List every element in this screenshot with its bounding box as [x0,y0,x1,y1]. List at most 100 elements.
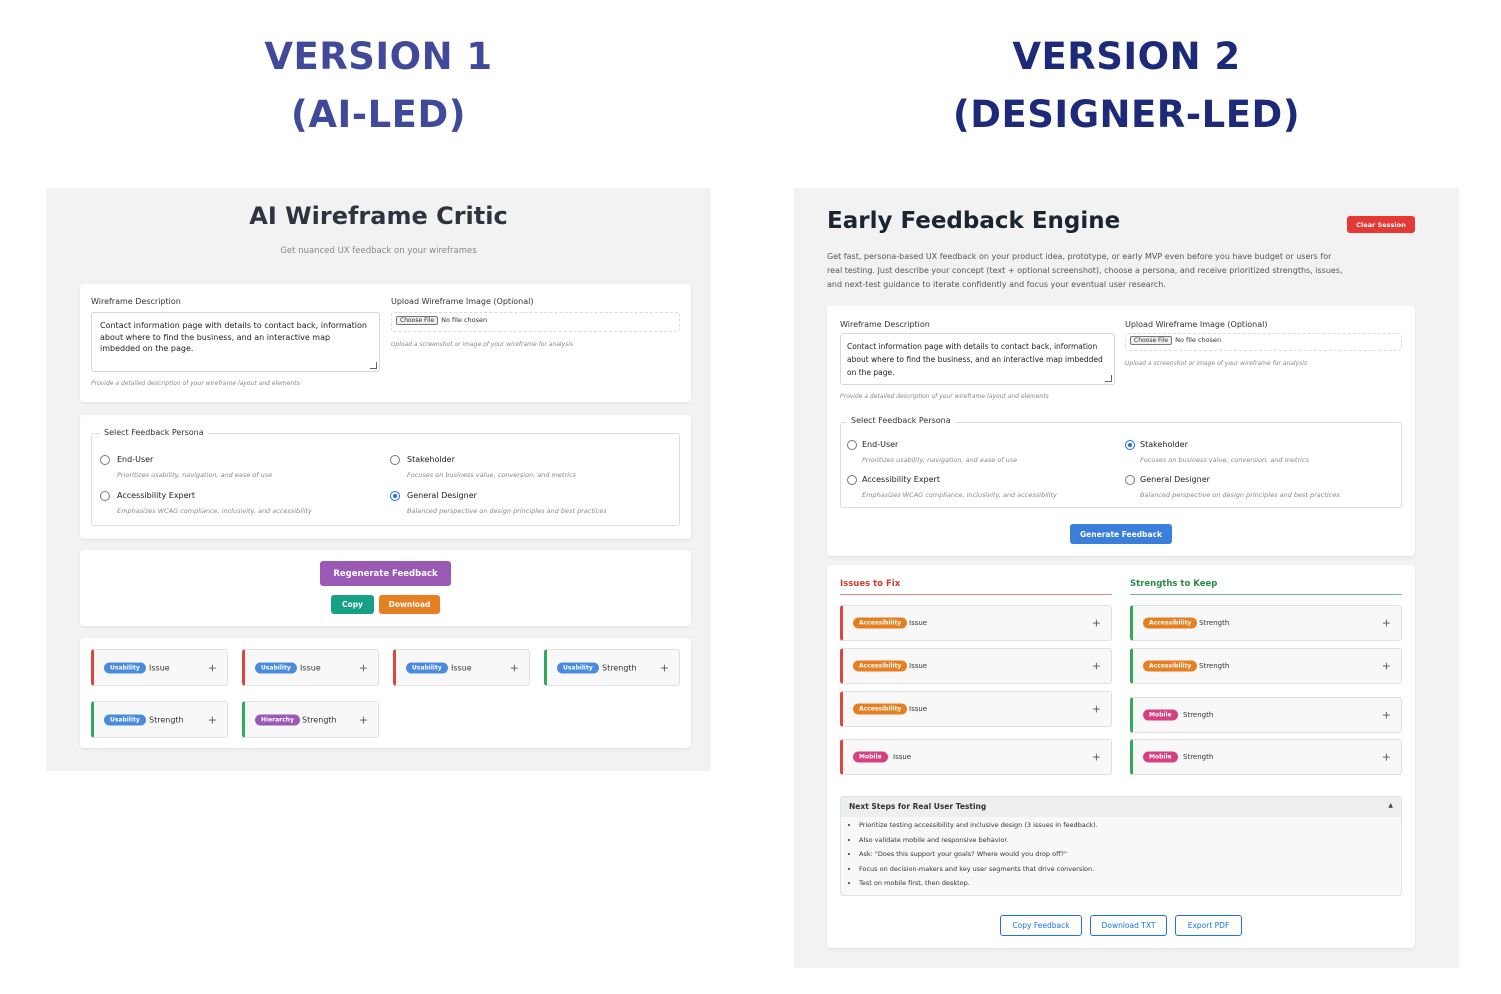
next-step-item: Also validate mobile and responsive beha… [859,836,1098,851]
feedback-item[interactable]: Hierarchy Strength + [242,701,379,738]
persona-name: Accessibility Expert [117,491,195,500]
file-input[interactable]: Choose File No file chosen [1125,333,1402,351]
issues-divider [840,594,1112,595]
radio-stakeholder[interactable] [1125,440,1135,450]
issues-heading: Issues to Fix [840,579,901,589]
strengths-divider [1130,594,1402,595]
next-steps-list: Prioritize testing accessibility and inc… [859,821,1098,894]
feedback-item[interactable]: Usability Issue + [393,649,530,686]
expand-plus-icon[interactable]: + [1092,617,1101,630]
copy-feedback-button[interactable]: Copy Feedback [1000,915,1082,936]
clear-session-button[interactable]: Clear Session [1347,216,1415,233]
next-steps-header[interactable]: Next Steps for Real User Testing ▲ [841,797,1401,817]
radio-stakeholder[interactable] [390,455,400,465]
wireframe-description-textarea[interactable]: Contact information page with details to… [840,333,1115,385]
file-input[interactable]: Choose File No file chosen [391,312,680,332]
upload-image-help: Upload a screenshot or image of your wir… [1125,360,1308,367]
results-card: Issues to Fix Strengths to Keep Accessib… [827,565,1415,948]
resize-grip-icon[interactable] [1105,375,1112,382]
feedback-item[interactable]: Usability Strength + [91,701,228,738]
radio-accessibility-expert[interactable] [100,491,110,501]
strength-item[interactable]: Accessibility Strength + [1130,605,1402,641]
app-title: Early Feedback Engine [827,208,1121,234]
persona-name: General Designer [407,491,477,500]
issue-item[interactable]: Accessibility Issue + [840,605,1112,641]
expand-plus-icon[interactable]: + [1382,660,1391,673]
choose-file-button[interactable]: Choose File [1130,336,1173,345]
radio-general-designer[interactable] [390,491,400,501]
feedback-label: Strength [1199,662,1230,670]
app-title: AI Wireframe Critic [249,202,508,230]
wireframe-description-label: Wireframe Description [840,320,930,329]
upload-image-help: Upload a screenshot or image of your wir… [391,341,574,348]
feedback-label: Issue [909,619,928,627]
expand-plus-icon[interactable]: + [1092,703,1101,716]
category-badge: Usability [104,714,146,725]
next-step-item: Test on mobile first, then desktop. [859,879,1098,894]
intro-text: Get fast, persona-based UX feedback on y… [827,252,1343,289]
upload-image-label: Upload Wireframe Image (Optional) [1125,320,1268,329]
persona-name: End-User [862,440,899,449]
next-step-item: Focus on decision-makers and key user se… [859,865,1098,880]
issue-item[interactable]: Mobile Issue + [840,739,1112,775]
category-badge: Usability [557,662,599,673]
wireframe-description-help: Provide a detailed description of your w… [840,393,1049,400]
category-badge: Mobile [1143,709,1178,721]
wireframe-description-help: Provide a detailed description of your w… [91,380,300,387]
expand-plus-icon[interactable]: + [208,713,217,726]
radio-end-user[interactable] [847,440,857,450]
wireframe-description-textarea[interactable]: Contact information page with details to… [91,312,380,372]
radio-accessibility-expert[interactable] [847,475,857,485]
category-badge: Usability [104,662,146,673]
copy-button[interactable]: Copy [331,595,374,614]
no-file-text: No file chosen [441,316,488,324]
radio-end-user[interactable] [100,455,110,465]
feedback-label: Strength [1199,619,1230,627]
download-button[interactable]: Download [379,595,440,614]
expand-plus-icon[interactable]: + [359,661,368,674]
strength-item[interactable]: Mobile Strength + [1130,697,1402,733]
next-step-item: Prioritize testing accessibility and inc… [859,821,1098,836]
persona-name: Accessibility Expert [862,475,940,484]
feedback-label: Strength [602,663,637,672]
feedback-item[interactable]: Usability Issue + [91,649,228,686]
persona-name: General Designer [1140,475,1210,484]
feedback-label: Issue [909,705,928,713]
resize-grip-icon[interactable] [370,362,377,369]
input-card: Wireframe Description Contact informatio… [80,284,691,402]
expand-plus-icon[interactable]: + [1092,751,1101,764]
issue-item[interactable]: Accessibility Issue + [840,648,1112,684]
expand-plus-icon[interactable]: + [359,713,368,726]
upload-image-label: Upload Wireframe Image (Optional) [391,297,534,306]
actions-card: Regenerate Feedback Copy Download [80,550,691,626]
feedback-item[interactable]: Usability Strength + [544,649,680,686]
expand-plus-icon[interactable]: + [510,661,519,674]
expand-plus-icon[interactable]: + [1382,617,1391,630]
no-file-text: No file chosen [1175,336,1222,344]
expand-plus-icon[interactable]: + [1092,660,1101,673]
persona-legend: Select Feedback Persona [100,428,208,437]
strength-item[interactable]: Mobile Strength + [1130,739,1402,775]
expand-plus-icon[interactable]: + [208,661,217,674]
feedback-label: Strength [302,715,337,724]
next-steps-title: Next Steps for Real User Testing [849,802,987,811]
regenerate-feedback-button[interactable]: Regenerate Feedback [320,561,451,586]
expand-plus-icon[interactable]: + [1382,709,1391,722]
version-1-heading: VERSION 1 (AI-LED) [46,28,711,144]
choose-file-button[interactable]: Choose File [396,316,439,325]
download-txt-button[interactable]: Download TXT [1090,915,1167,936]
feedback-label: Strength [149,715,184,724]
radio-general-designer[interactable] [1125,475,1135,485]
feedback-item[interactable]: Usability Issue + [242,649,379,686]
collapse-caret-icon[interactable]: ▲ [1388,802,1393,809]
generate-feedback-button[interactable]: Generate Feedback [1070,524,1172,544]
category-badge: Usability [255,662,297,673]
issue-item[interactable]: Accessibility Issue + [840,691,1112,727]
expand-plus-icon[interactable]: + [1382,751,1391,764]
category-badge: Hierarchy [255,714,300,725]
strength-item[interactable]: Accessibility Strength + [1130,648,1402,684]
wireframe-description-text: Contact information page with details to… [100,321,367,353]
category-badge: Accessibility [1143,660,1198,672]
export-pdf-button[interactable]: Export PDF [1175,915,1242,936]
expand-plus-icon[interactable]: + [660,661,669,674]
